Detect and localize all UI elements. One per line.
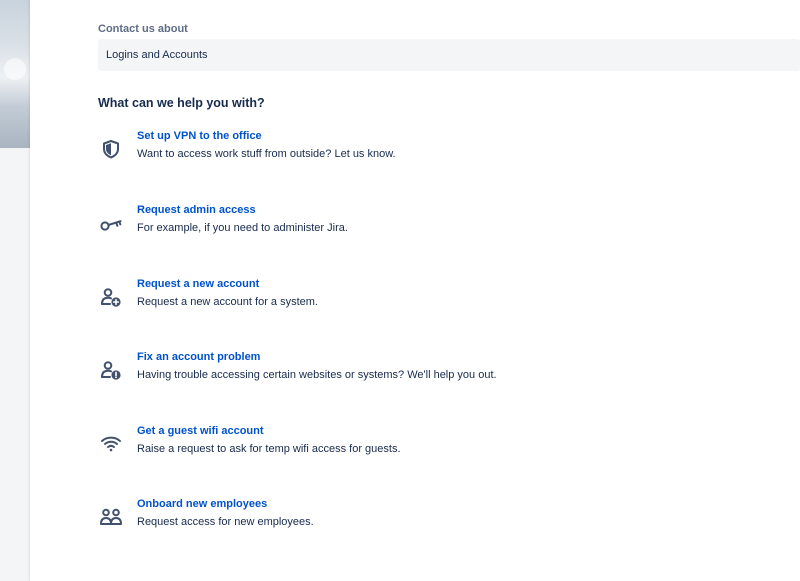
request-type-title[interactable]: Request a new account	[137, 278, 259, 290]
portal-page: Contact us about Logins and Accounts Wha…	[0, 0, 800, 581]
request-panel: Contact us about Logins and Accounts Wha…	[30, 0, 800, 581]
contact-select[interactable]: Logins and Accounts	[98, 39, 800, 71]
portal-backdrop	[0, 0, 30, 581]
request-type-title[interactable]: Get a guest wifi account	[137, 425, 264, 437]
key-icon	[98, 210, 124, 236]
banner-image	[0, 0, 30, 148]
request-type-description: Having trouble accessing certain website…	[137, 369, 497, 381]
shield-icon	[98, 136, 124, 162]
request-type-title[interactable]: Request admin access	[137, 204, 256, 216]
add-user-icon	[98, 284, 124, 310]
request-type-title[interactable]: Set up VPN to the office	[137, 130, 262, 142]
people-icon	[98, 504, 124, 530]
request-type-new-account[interactable]: Request a new account Request a new acco…	[98, 278, 738, 324]
help-heading: What can we help you with?	[98, 96, 265, 110]
user-warning-icon	[98, 357, 124, 383]
request-type-description: Raise a request to ask for temp wifi acc…	[137, 443, 401, 455]
request-type-vpn[interactable]: Set up VPN to the office Want to access …	[98, 130, 738, 176]
request-type-description: For example, if you need to administer J…	[137, 222, 348, 234]
request-type-onboard-employees[interactable]: Onboard new employees Request access for…	[98, 498, 738, 544]
request-type-account-problem[interactable]: Fix an account problem Having trouble ac…	[98, 351, 738, 397]
request-type-description: Request a new account for a system.	[137, 296, 318, 308]
request-type-title[interactable]: Onboard new employees	[137, 498, 267, 510]
request-type-description: Want to access work stuff from outside? …	[137, 148, 396, 160]
request-type-description: Request access for new employees.	[137, 516, 314, 528]
request-type-title[interactable]: Fix an account problem	[137, 351, 260, 363]
request-type-admin-access[interactable]: Request admin access For example, if you…	[98, 204, 738, 250]
request-type-guest-wifi[interactable]: Get a guest wifi account Raise a request…	[98, 425, 738, 471]
contact-label: Contact us about	[98, 23, 188, 35]
contact-select-value: Logins and Accounts	[106, 49, 208, 61]
wifi-icon	[98, 431, 124, 457]
